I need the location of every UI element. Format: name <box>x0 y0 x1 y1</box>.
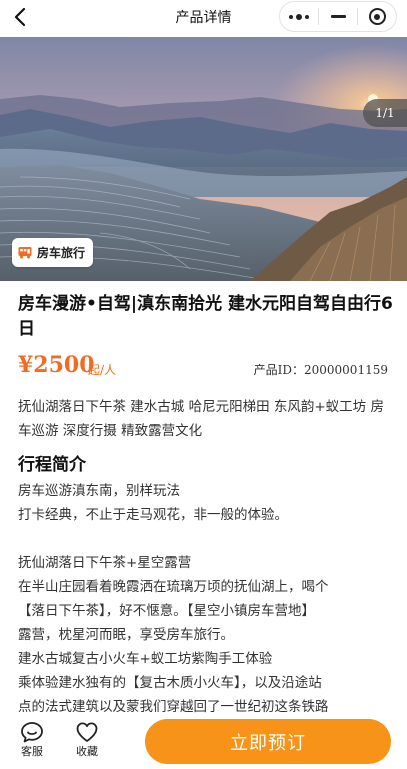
heart-icon <box>76 722 98 742</box>
category-tag: 房车旅行 <box>12 238 94 267</box>
product-title: 房车漫游•自驾|滇东南拾光 建水元阳自驾自由行6日 <box>18 294 393 339</box>
more-button[interactable] <box>280 2 318 31</box>
itinerary-description: 房车巡游滇东南，别样玩法 打卡经典，不止于走马观花，非一般的体验。 抚仙湖落日下… <box>18 479 393 719</box>
image-counter: 1/1 <box>363 99 407 127</box>
description-line: 建水古城复古小火车+蚁工坊紫陶手工体验 <box>18 651 273 667</box>
chat-bubble-icon <box>21 722 43 743</box>
description-line: 乘体验建水独有的【复古木质小火车】，以及沿途站 <box>18 675 322 691</box>
favorite-label: 收藏 <box>76 745 98 758</box>
description-line: 露营，枕星河而眠，享受房车旅行。 <box>18 627 234 643</box>
description-line <box>18 527 393 551</box>
description-line: 房车巡游滇东南，别样玩法 <box>18 483 180 499</box>
itinerary-section-title: 行程简介 <box>18 455 86 475</box>
customer-service-label: 客服 <box>21 745 43 758</box>
price-row: ¥2500 起/人 产品ID：20000001159 <box>18 352 393 382</box>
close-app-button[interactable] <box>358 2 396 31</box>
favorite-button[interactable]: 收藏 <box>67 721 107 759</box>
navigation-bar: 产品详情 <box>0 0 407 34</box>
product-features: 抚仙湖落日下午茶 建水古城 哈尼元阳梯田 东风韵+蚁工坊 房车巡游 深度行摄 精… <box>18 399 384 439</box>
bottom-action-bar: 客服 收藏 立即预订 <box>0 719 407 769</box>
category-tag-label: 房车旅行 <box>37 246 86 260</box>
product-price: ¥2500 <box>18 352 95 378</box>
book-now-button[interactable]: 立即预订 <box>145 719 391 764</box>
more-dots-icon <box>289 13 309 20</box>
description-line: 点的法式建筑以及蒙我们穿越回了一世纪初这条铁路 <box>18 699 329 715</box>
price-suffix: 起/人 <box>88 363 117 377</box>
mini-program-capsule <box>279 1 397 32</box>
description-line: 抚仙湖落日下午茶+星空露营 <box>18 555 192 571</box>
customer-service-button[interactable]: 客服 <box>12 721 52 759</box>
description-line: 打卡经典，不止于走马观花，非一般的体验。 <box>18 507 288 523</box>
description-line: 在半山庄园看着晚霞洒在琉璃万顷的抚仙湖上，喝个 <box>18 579 329 595</box>
target-icon <box>368 8 386 25</box>
rv-travel-icon <box>18 247 32 259</box>
description-line: 【落日下午茶】，好不惬意。【星空小镇房车营地】 <box>18 603 315 619</box>
minimize-icon <box>330 15 346 18</box>
minimize-button[interactable] <box>319 2 357 31</box>
product-id: 产品ID：20000001159 <box>253 363 388 377</box>
